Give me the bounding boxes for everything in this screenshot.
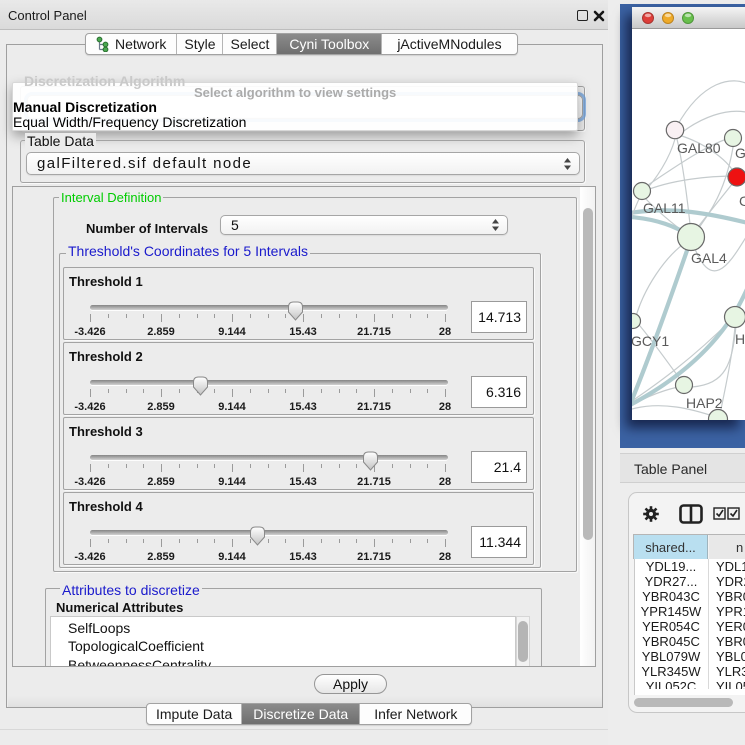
svg-text:HAP2: HAP2 (686, 395, 723, 411)
svg-text:GAL80: GAL80 (677, 140, 721, 156)
svg-text:GAL4: GAL4 (691, 250, 727, 266)
svg-text:C: C (739, 193, 745, 209)
svg-text:GCY1: GCY1 (632, 333, 669, 349)
svg-text:GA: GA (735, 145, 745, 161)
svg-text:GAL11: GAL11 (643, 200, 686, 216)
svg-text:H: H (735, 331, 745, 347)
